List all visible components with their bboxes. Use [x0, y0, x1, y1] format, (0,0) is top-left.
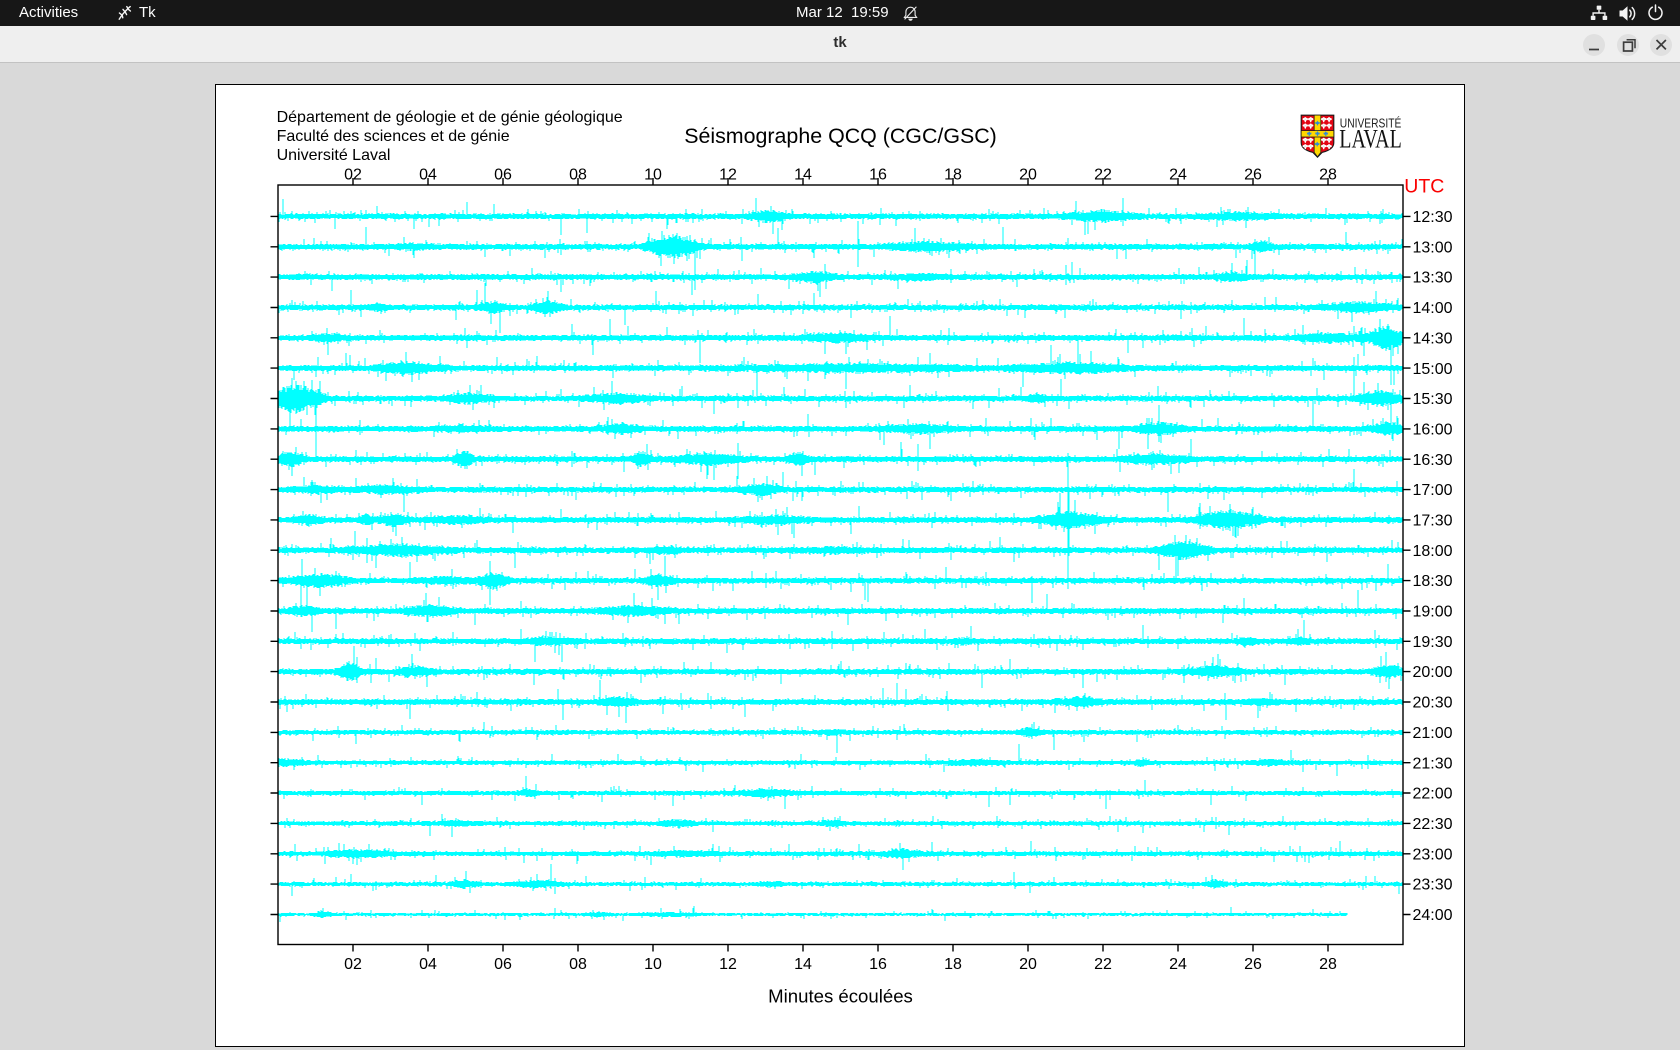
svg-text:08: 08 [569, 956, 587, 973]
svg-text:13:00: 13:00 [1412, 239, 1452, 256]
svg-text:14:30: 14:30 [1412, 330, 1452, 347]
svg-text:Faculté des sciences et de gén: Faculté des sciences et de génie [276, 127, 509, 144]
svg-text:22:00: 22:00 [1412, 785, 1452, 802]
svg-text:21:30: 21:30 [1412, 755, 1452, 772]
svg-text:19:30: 19:30 [1412, 633, 1452, 650]
svg-text:24: 24 [1169, 956, 1187, 973]
svg-text:17:00: 17:00 [1412, 482, 1452, 499]
svg-text:15:00: 15:00 [1412, 360, 1452, 377]
svg-text:16:30: 16:30 [1412, 451, 1452, 468]
svg-text:17:30: 17:30 [1412, 512, 1452, 529]
svg-text:04: 04 [419, 956, 437, 973]
svg-text:19:00: 19:00 [1412, 603, 1452, 620]
svg-text:18: 18 [944, 956, 962, 973]
svg-text:Département de géologie et de: Département de géologie et de génie géol… [276, 108, 622, 125]
svg-text:22:30: 22:30 [1412, 816, 1452, 833]
svg-text:14: 14 [794, 956, 812, 973]
svg-text:UTC: UTC [1404, 175, 1444, 197]
svg-text:20: 20 [1019, 956, 1037, 973]
svg-text:10: 10 [644, 956, 662, 973]
svg-text:18:00: 18:00 [1412, 542, 1452, 559]
svg-text:14:00: 14:00 [1412, 300, 1452, 317]
svg-text:06: 06 [494, 956, 512, 973]
svg-text:18:30: 18:30 [1412, 573, 1452, 590]
svg-text:16:00: 16:00 [1412, 421, 1452, 438]
svg-text:13:30: 13:30 [1412, 269, 1452, 286]
svg-text:23:30: 23:30 [1412, 876, 1452, 893]
svg-text:24:00: 24:00 [1412, 907, 1452, 924]
svg-text:23:00: 23:00 [1412, 846, 1452, 863]
svg-text:Université Laval: Université Laval [276, 146, 390, 163]
svg-text:20:30: 20:30 [1412, 694, 1452, 711]
svg-text:16: 16 [869, 956, 887, 973]
svg-text:12: 12 [719, 956, 737, 973]
svg-text:20:00: 20:00 [1412, 664, 1452, 681]
svg-text:21:00: 21:00 [1412, 725, 1452, 742]
svg-text:02: 02 [344, 956, 362, 973]
svg-text:12:30: 12:30 [1412, 209, 1452, 226]
svg-text:Séismographe QCQ (CGC/GSC): Séismographe QCQ (CGC/GSC) [684, 123, 997, 147]
svg-text:UNIVERSITÉ: UNIVERSITÉ [1339, 115, 1401, 130]
svg-text:22: 22 [1094, 956, 1112, 973]
svg-text:26: 26 [1244, 956, 1262, 973]
svg-text:Minutes écoulées: Minutes écoulées [768, 985, 913, 1006]
svg-text:15:30: 15:30 [1412, 391, 1452, 408]
svg-text:28: 28 [1319, 956, 1337, 973]
